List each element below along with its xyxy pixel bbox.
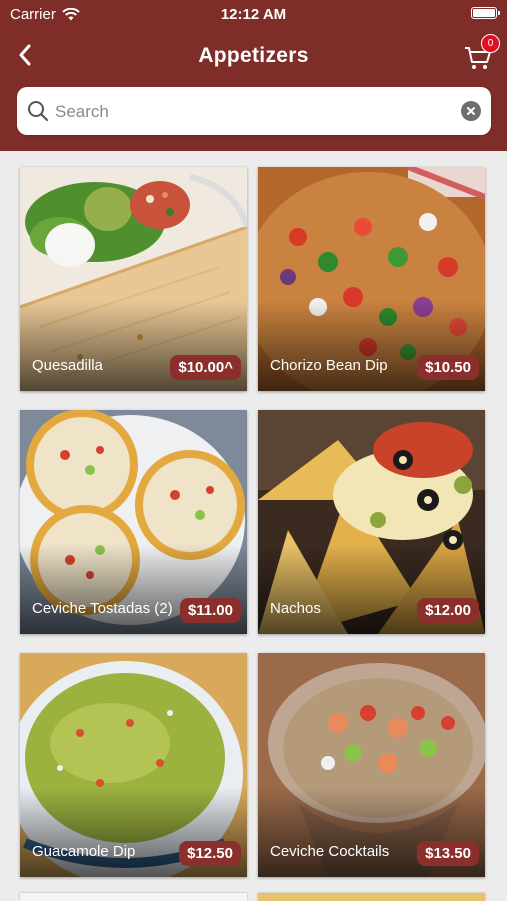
menu-item-card[interactable]: Nachos $12.00	[258, 410, 485, 634]
menu-item-card[interactable]: Guacamole Dip $12.50	[20, 653, 247, 877]
navigation-bar: Appetizers 0	[0, 34, 507, 78]
cart-button[interactable]: 0	[463, 34, 500, 70]
status-time: 12:12 AM	[220, 6, 287, 23]
search-icon	[28, 101, 49, 122]
item-name: Ceviche Tostadas (2)	[32, 600, 173, 617]
search-input[interactable]	[53, 95, 457, 129]
menu-item-card[interactable]: Ceviche Cocktails $13.50	[258, 653, 485, 877]
item-price-tag: $12.00	[417, 598, 479, 623]
item-name: Chorizo Bean Dip	[270, 357, 388, 374]
item-price-tag: $10.00^	[170, 355, 241, 380]
clear-search-button[interactable]	[461, 101, 481, 121]
search-bar	[17, 87, 491, 135]
item-name: Ceviche Cocktails	[270, 843, 390, 860]
item-name: Nachos	[270, 600, 321, 617]
page-title: Appetizers	[198, 44, 309, 67]
item-price-tag: $13.50	[417, 841, 479, 866]
menu-item-card[interactable]: Ceviche Tostadas (2) $11.00	[20, 410, 247, 634]
cart-count-badge: 0	[481, 34, 500, 53]
menu-item-card[interactable]: Quesadilla $10.00^	[20, 167, 247, 391]
status-bar: Carrier 12:12 AM	[0, 0, 507, 28]
item-name: Quesadilla	[32, 357, 103, 374]
app-header: Carrier 12:12 AM Appetizers 0	[0, 0, 507, 151]
item-price-tag: $11.00	[179, 598, 241, 623]
close-icon	[467, 107, 475, 115]
item-price-tag: $12.50	[179, 841, 241, 866]
item-price-tag: $10.50	[417, 355, 479, 380]
menu-item-card[interactable]: Chorizo Bean Dip $10.50	[258, 167, 485, 391]
item-name: Guacamole Dip	[32, 843, 136, 860]
battery-icon	[471, 7, 500, 19]
